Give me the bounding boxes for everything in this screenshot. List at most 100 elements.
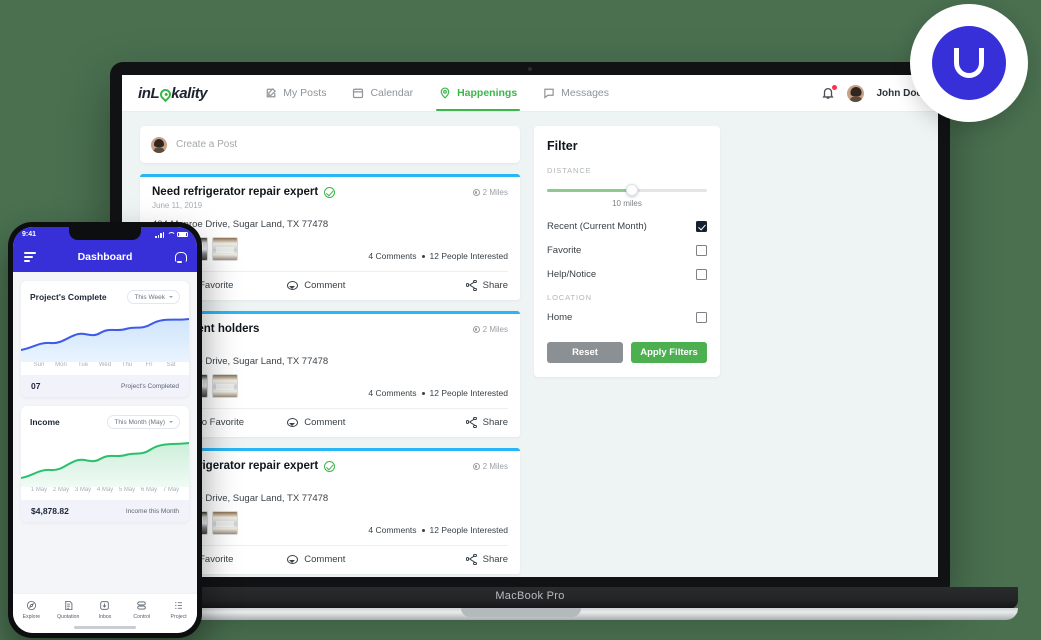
post-address: 404 Monroe Drive, Sugar Land, TX 77478 [152,356,329,367]
period-selector[interactable]: This Week [127,290,180,304]
comment-label: Comment [304,554,346,565]
x-tick: Fri [145,362,153,368]
share-button[interactable]: Share [408,554,508,565]
card-title: Income [30,417,60,427]
tab-quotation[interactable]: Quotation [50,599,87,620]
stats-separator [421,528,425,532]
income-card: Income This Month (May) 1 May 2 May 3 Ma… [21,406,189,522]
projects-area-chart [21,306,189,362]
tab-inbox[interactable]: Inbox [87,599,124,620]
bell-icon[interactable] [174,251,187,264]
comment-bubble-icon [287,418,299,427]
x-tick: Tue [77,362,89,368]
stats-separator [421,391,425,395]
share-button[interactable]: Share [408,280,508,291]
webcam-icon [528,67,532,71]
post-date: June 11, 2019 [152,475,508,484]
location-target-icon [472,463,480,470]
location-pin-icon [440,87,450,99]
post-title: Need refrigerator repair expert [152,186,319,198]
slider-knob[interactable] [625,184,638,196]
period-selector[interactable]: This Month (May) [107,415,180,429]
app-logo[interactable]: inL kality [138,84,208,102]
post-actions: Add to Favorite Comment Share [152,545,508,574]
comment-button[interactable]: Comment [287,417,408,428]
list-icon [160,599,197,612]
nav-item-calendar[interactable]: Calendar [352,75,413,111]
post-thumbnail[interactable] [212,237,238,261]
notification-bell-icon[interactable] [821,85,838,100]
battery-icon [177,231,188,238]
period-label: This Week [134,293,165,301]
post-actions: Add to Favorite Comment Share [152,271,508,300]
filter-option-favorite[interactable]: Favorite [547,245,707,256]
tab-label: Control [133,614,151,620]
tab-explore[interactable]: Explore [13,599,50,620]
hamburger-icon[interactable] [24,251,36,263]
nav-label: My Posts [283,87,327,99]
share-label: Share [482,280,508,291]
post-date: June 11, 2019 [152,201,203,210]
card-footer: 07 Project's Completed [21,375,189,397]
status-time: 9:41 [22,231,37,238]
pencil-square-icon [266,88,277,98]
distance-slider[interactable] [547,184,707,196]
projects-complete-card: Project's Complete This Week Sun Mon Tue… [21,281,189,397]
app-header: inL kality My Posts Calendar Happenings … [122,75,938,112]
x-tick: 7 May [162,487,180,493]
filter-sidebar: Filter DISTANCE 10 miles Recent (Current… [534,126,720,577]
tab-project[interactable]: Project [160,599,197,620]
share-icon [465,280,477,291]
notification-dot [832,85,838,90]
checkbox-icon[interactable] [696,245,707,256]
wifi-icon [167,232,174,238]
post-media-row: 4 Comments 12 People Interested [152,511,508,545]
post-media-row: 4 Comments 12 People Interested [152,374,508,408]
filter-option-recent[interactable]: Recent (Current Month) [547,221,707,232]
nav-item-messages[interactable]: Messages [543,75,609,111]
footer-label: Project's Completed [121,382,179,390]
chat-bubble-icon [544,88,554,99]
phone-body: Project's Complete This Week Sun Mon Tue… [13,272,197,531]
comment-button[interactable]: Comment [287,280,408,291]
avatar [151,136,167,153]
share-button[interactable]: Share [408,417,508,428]
comment-button[interactable]: Comment [287,554,408,565]
x-tick: Sat [166,362,176,368]
x-tick: 1 May [30,487,48,493]
app-body: Create a Post Need refrigerator repair e… [122,112,938,577]
distance-label: 2 Miles [482,325,508,334]
reset-button[interactable]: Reset [547,342,623,363]
post-thumbnail[interactable] [212,511,238,535]
location-target-icon [472,326,480,333]
apply-filters-button[interactable]: Apply Filters [631,342,707,363]
tab-control[interactable]: Control [123,599,160,620]
logo-text-before: inL [138,84,160,102]
nav-item-my-posts[interactable]: My Posts [265,75,326,111]
filter-option-label: Recent (Current Month) [547,221,647,232]
post-stats: 4 Comments 12 People Interested [368,525,508,535]
post-thumbnail[interactable] [212,374,238,398]
tab-label: Quotation [56,614,80,620]
comments-count: 4 Comments [368,388,417,398]
checkbox-checked-icon[interactable] [696,221,707,232]
chart-svg [21,442,189,487]
distance-section-label: DISTANCE [547,166,592,175]
document-icon [50,599,87,612]
filter-option-help-notice[interactable]: Help/Notice [547,269,707,280]
create-post-box[interactable]: Create a Post [140,126,520,163]
checkbox-icon[interactable] [696,269,707,280]
interested-count: 12 People Interested [429,251,508,261]
u-letter-icon [954,48,984,78]
post-title-row: Need refrigerator repair expert [152,186,336,198]
checkbox-icon[interactable] [696,312,707,323]
post-distance: 2 Miles [472,460,508,471]
x-tick: Mon [55,362,67,368]
chart-svg [21,318,189,362]
post-header: Need refrigerator repair expert 2 Miles [152,186,508,198]
filter-option-home[interactable]: Home [547,312,707,323]
avatar[interactable] [847,84,865,102]
location-section-label: LOCATION [547,293,592,302]
verified-check-icon [324,460,336,472]
nav-item-happenings[interactable]: Happenings [436,75,521,111]
